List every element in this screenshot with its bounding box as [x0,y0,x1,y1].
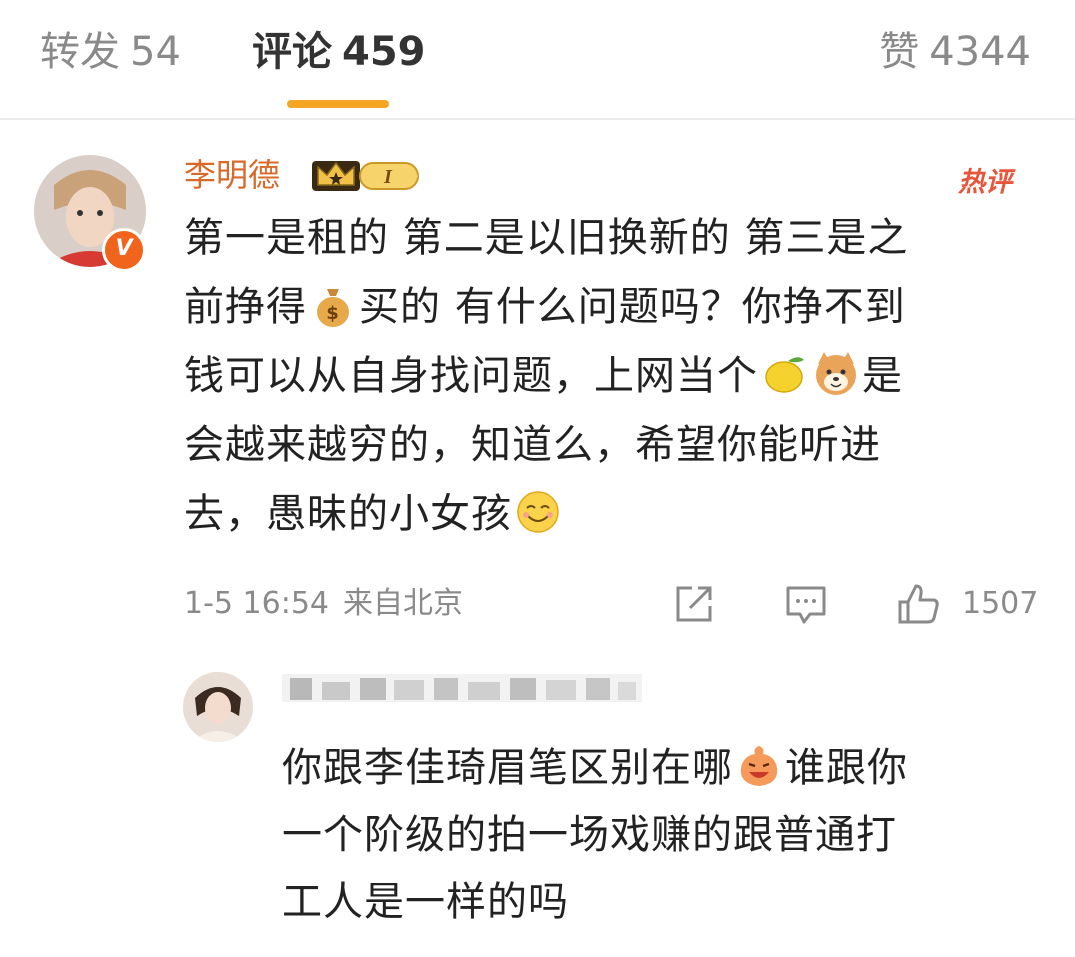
comment-text-segment: 买的 有什么问题吗？你挣不到 [359,284,906,330]
reply-avatar[interactable] [183,672,253,742]
reply-line: 你跟李佳琦眉笔区别在哪 谁跟你 [282,735,1022,802]
thumbs-up-icon[interactable] [896,582,940,626]
tab-repost-count: 54 [130,29,181,75]
tab-comments-count: 459 [342,29,426,75]
comment-tabs: 转发 54 评论 459 赞 4344 [0,0,1075,120]
laugh-emoji [740,746,778,786]
comment-text-segment: 是 [862,353,903,399]
comment-text-segment: 去，愚昧的小女孩 [184,491,512,537]
reply-text-segment: 谁跟你 [785,745,908,791]
comment-text-segment: 前挣得 [184,284,307,330]
comment-meta: 1-5 16:54 来自北京 [184,584,463,624]
hot-comment-tag: 热评 [958,167,1012,198]
active-tab-indicator [287,100,389,108]
doge-emoji [816,352,856,395]
tab-likes-label: 赞 [879,29,920,75]
svg-text:$: $ [326,303,340,324]
like-count: 1507 [962,586,1039,621]
tab-likes-count: 4344 [929,29,1031,75]
crown-icon: I [312,161,419,191]
comment-location: 来自北京 [343,586,463,621]
comment-line: 前挣得 $ 买的 有什么问题吗？你挣不到 [184,273,1034,342]
comment-line: 去，愚昧的小女孩 [184,480,1034,549]
comment-line: 钱可以从自身找问题，上网当个 是 [184,342,1034,411]
tab-comments-label: 评论 [252,29,332,75]
comment-body: 第一是租的 第二是以旧换新的 第三是之 前挣得 $ 买的 有什么问题吗？你挣不到… [184,204,1034,549]
comment-line: 会越来越穷的，知道么，希望你能听进 [184,422,881,468]
reply-text-segment: 你跟李佳琦眉笔区别在哪 [282,745,733,791]
comment-text-segment: 钱可以从自身找问题，上网当个 [184,353,758,399]
reply-line: 一个阶级的拍一场戏赚的跟普通打 [282,812,897,858]
tab-comments[interactable]: 评论 459 [252,26,426,78]
share-icon[interactable] [672,582,716,626]
lemon-emoji [765,357,804,393]
smile-emoji [517,491,559,533]
comment-timestamp: 1-5 16:54 [184,586,329,621]
verified-v-icon: V [102,228,146,272]
tab-repost[interactable]: 转发 54 [40,26,181,78]
divider [0,118,1075,120]
reply-line: 工人是一样的吗 [282,879,569,925]
reply-body: 你跟李佳琦眉笔区别在哪 谁跟你 一个阶级的拍一场戏赚的跟普通打 工人是一样的吗 [282,735,1022,936]
comment-icon[interactable] [784,582,828,626]
money-bag-emoji: $ [317,289,349,327]
tab-repost-label: 转发 [40,29,120,75]
tab-likes[interactable]: 赞 4344 [879,26,1031,78]
comment-line: 第一是租的 第二是以旧换新的 第三是之 [184,215,909,261]
blurred-username [282,674,642,702]
badge-level: I [383,166,393,188]
comment-username[interactable]: 李明德 [184,153,280,197]
